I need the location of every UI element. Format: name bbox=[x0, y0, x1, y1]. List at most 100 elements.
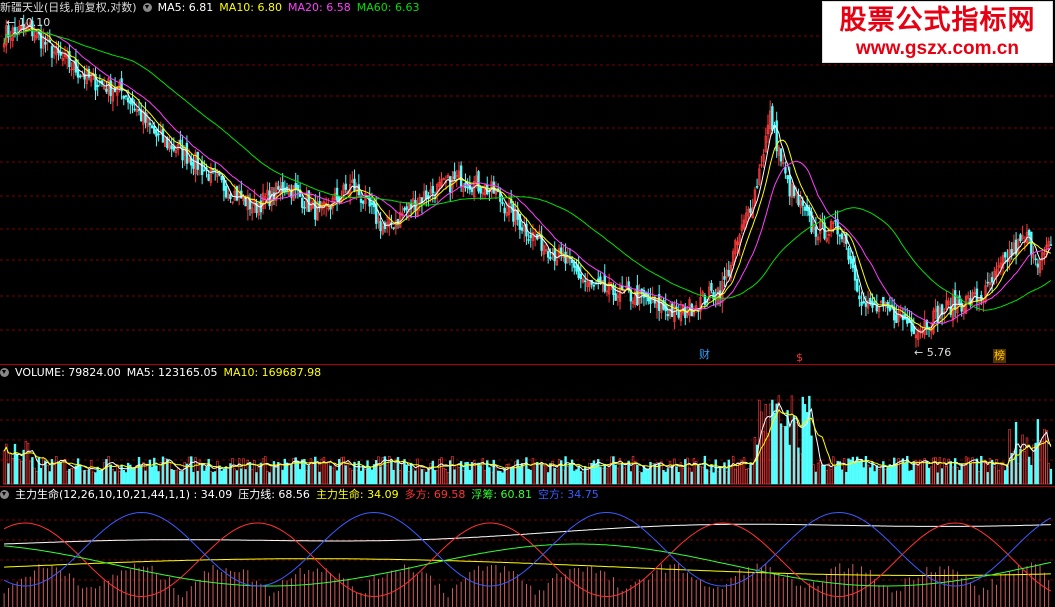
volume-bar bbox=[960, 463, 963, 485]
volume-bar bbox=[710, 464, 713, 485]
volume-bar bbox=[690, 471, 694, 485]
candle-body bbox=[797, 194, 800, 206]
volume-bar bbox=[240, 468, 243, 485]
candle-body bbox=[425, 190, 428, 200]
low-price-label: ← 5.76 bbox=[914, 346, 952, 359]
volume-bar bbox=[168, 461, 171, 485]
high-price-value: 10.10 bbox=[18, 16, 51, 29]
volume-bar bbox=[429, 463, 432, 485]
collapse-icon[interactable] bbox=[142, 3, 152, 12]
volume-bar bbox=[536, 461, 539, 485]
volume-bar bbox=[72, 467, 75, 485]
volume-bar bbox=[455, 464, 458, 485]
volume-bar bbox=[451, 456, 454, 485]
volume-bar bbox=[856, 456, 859, 485]
volume-bar bbox=[873, 471, 876, 485]
volume-bar bbox=[242, 458, 245, 485]
volume-bar bbox=[860, 459, 863, 485]
volume-bar bbox=[599, 466, 602, 485]
volume-bar bbox=[893, 457, 896, 485]
volume-bar bbox=[216, 461, 219, 485]
candle-body bbox=[1049, 244, 1053, 246]
volume-bar bbox=[170, 469, 173, 485]
volume-bar bbox=[999, 462, 1003, 485]
volume-bar bbox=[44, 460, 47, 485]
volume-bar bbox=[986, 472, 989, 485]
candle-body bbox=[172, 146, 176, 151]
candle-body bbox=[192, 162, 195, 169]
volume-bar bbox=[42, 457, 45, 485]
volume-bar bbox=[307, 465, 310, 485]
candle-body bbox=[129, 100, 132, 104]
volume-bar bbox=[895, 463, 898, 485]
volume-bar bbox=[501, 472, 504, 485]
volume-bar bbox=[264, 456, 267, 485]
volume-bar bbox=[721, 467, 724, 485]
candle-body bbox=[771, 106, 774, 131]
volume-bar bbox=[997, 469, 1000, 485]
volume-bar bbox=[87, 469, 91, 485]
candle-body bbox=[126, 97, 130, 103]
volume-bar bbox=[697, 464, 700, 485]
volume-bar bbox=[425, 471, 428, 485]
volume-bar bbox=[764, 404, 768, 485]
chart-stage[interactable]: 新疆天业(日线,前复权,对数) MA5: 6.81 MA10: 6.80 MA20: … bbox=[0, 0, 1055, 607]
candle-body bbox=[636, 285, 639, 306]
volume-bar bbox=[662, 470, 665, 485]
volume-bar bbox=[407, 471, 411, 485]
ma5-label: MA5: 6.81 bbox=[157, 1, 214, 14]
volume-bar bbox=[179, 471, 182, 485]
volume-bar bbox=[631, 455, 635, 485]
short-label: 空方: 34.75 bbox=[538, 488, 599, 501]
indicator-collapse-icon[interactable] bbox=[0, 490, 9, 499]
volume-bar bbox=[908, 470, 911, 485]
volume-bar bbox=[187, 456, 191, 485]
volume-bar bbox=[468, 469, 472, 485]
volume-collapse-icon[interactable] bbox=[0, 368, 9, 377]
volume-bar bbox=[588, 462, 591, 485]
ranking-marker[interactable]: 榜 bbox=[993, 349, 1006, 363]
candle-body bbox=[361, 200, 365, 204]
candle-body bbox=[396, 218, 400, 225]
volume-bar bbox=[1036, 419, 1040, 485]
volume-bar bbox=[544, 464, 548, 485]
candle-body bbox=[990, 277, 994, 283]
volume-bar bbox=[634, 461, 637, 485]
volume-bar bbox=[285, 462, 289, 485]
kline-chart[interactable] bbox=[0, 0, 1055, 607]
candle-body bbox=[814, 226, 818, 237]
volume-bar bbox=[886, 465, 889, 485]
volume-bar bbox=[527, 468, 530, 485]
volume-bar bbox=[475, 463, 478, 485]
volume-bar bbox=[76, 458, 80, 485]
candle-body bbox=[614, 293, 617, 301]
candle-body bbox=[431, 185, 435, 194]
volume-bar bbox=[250, 469, 254, 485]
indicator-header: 主力生命(12,26,10,10,21,44,1,1) : 34.09 压力线: … bbox=[0, 487, 605, 503]
candle-body bbox=[453, 171, 456, 180]
dividend-marker[interactable]: $ bbox=[796, 351, 803, 365]
candle-body bbox=[749, 208, 752, 213]
volume-bar bbox=[231, 458, 234, 485]
candle-body bbox=[301, 197, 304, 208]
volume-bar bbox=[538, 463, 541, 485]
volume-bar bbox=[814, 471, 818, 485]
volume-bar bbox=[729, 467, 733, 485]
volume-bar bbox=[122, 470, 125, 485]
volume-bar bbox=[237, 458, 241, 485]
volume-bar bbox=[829, 469, 833, 485]
volume-bar bbox=[392, 469, 395, 485]
volume-bar bbox=[871, 462, 874, 485]
candle-body bbox=[851, 258, 855, 269]
finance-marker[interactable]: 财 bbox=[699, 348, 710, 362]
volume-bar bbox=[233, 468, 236, 485]
volume-bar bbox=[446, 472, 450, 485]
ma60-label: MA60: 6.63 bbox=[356, 1, 420, 14]
volume-bar bbox=[298, 469, 302, 485]
volume-bar bbox=[509, 467, 513, 485]
volume-bar bbox=[845, 471, 848, 485]
ma5-line bbox=[3, 25, 1052, 333]
candle-body bbox=[459, 165, 463, 187]
candle-body bbox=[840, 233, 844, 240]
volume-bar bbox=[281, 469, 284, 485]
